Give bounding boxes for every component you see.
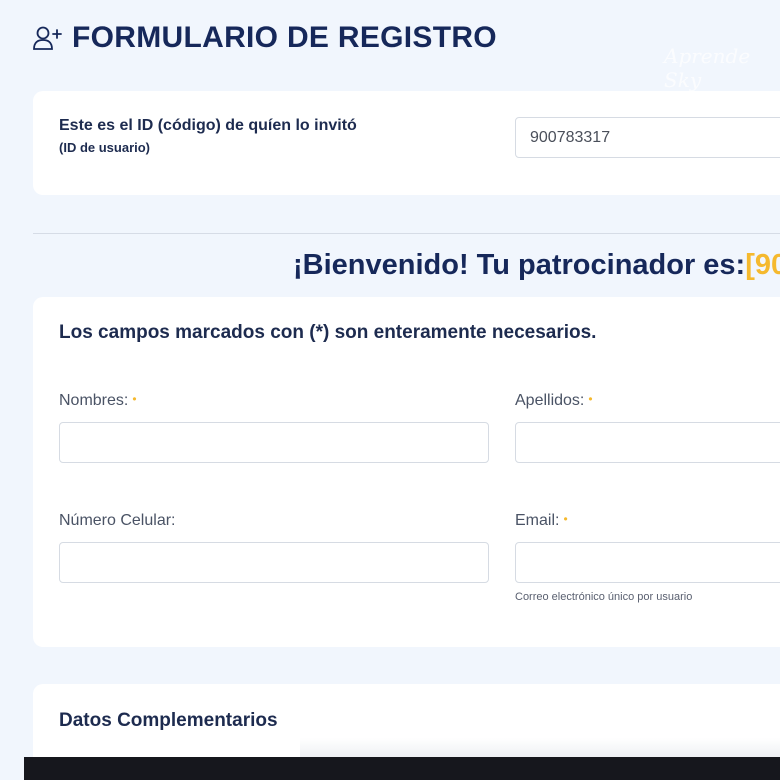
sponsor-card: Este es el ID (código) de quíen lo invit…: [33, 91, 780, 195]
apellidos-label: Apellidos: •: [515, 392, 593, 409]
sponsor-label-group: Este es el ID (código) de quíen lo invit…: [59, 117, 357, 155]
complementary-data-title: Datos Complementarios: [59, 710, 278, 731]
nombres-input[interactable]: [59, 422, 489, 463]
required-fields-note: Los campos marcados con (*) son enterame…: [59, 322, 597, 343]
page-title: FORMULARIO DE REGISTRO: [72, 21, 497, 54]
email-help-text: Correo electrónico único por usuario: [515, 591, 693, 603]
registration-card: Los campos marcados con (*) son enterame…: [33, 297, 780, 647]
celular-input[interactable]: [59, 542, 489, 583]
page-header: FORMULARIO DE REGISTRO: [32, 18, 497, 58]
required-marker: •: [132, 392, 137, 406]
section-divider: [33, 233, 780, 234]
bottom-bar: [24, 757, 780, 780]
email-label: Email: •: [515, 512, 568, 529]
watermark: Aprende Sky: [664, 44, 751, 92]
bottom-shadow: [300, 738, 780, 758]
celular-label: Número Celular:: [59, 512, 176, 529]
sponsor-id-input[interactable]: [515, 117, 780, 158]
sponsor-sublabel: (ID de usuario): [59, 140, 151, 155]
sponsor-label: Este es el ID (código) de quíen lo invit…: [59, 117, 357, 134]
sponsor-id-highlight: [90: [745, 249, 780, 281]
required-marker: •: [588, 392, 593, 406]
welcome-banner: ¡Bienvenido! Tu patrocinador es:[90: [293, 249, 780, 282]
nombres-label: Nombres: •: [59, 392, 137, 409]
welcome-text: ¡Bienvenido! Tu patrocinador es:: [293, 249, 746, 281]
user-plus-icon: [33, 26, 62, 50]
required-marker: •: [563, 512, 568, 526]
email-input[interactable]: [515, 542, 780, 583]
apellidos-input[interactable]: [515, 422, 780, 463]
